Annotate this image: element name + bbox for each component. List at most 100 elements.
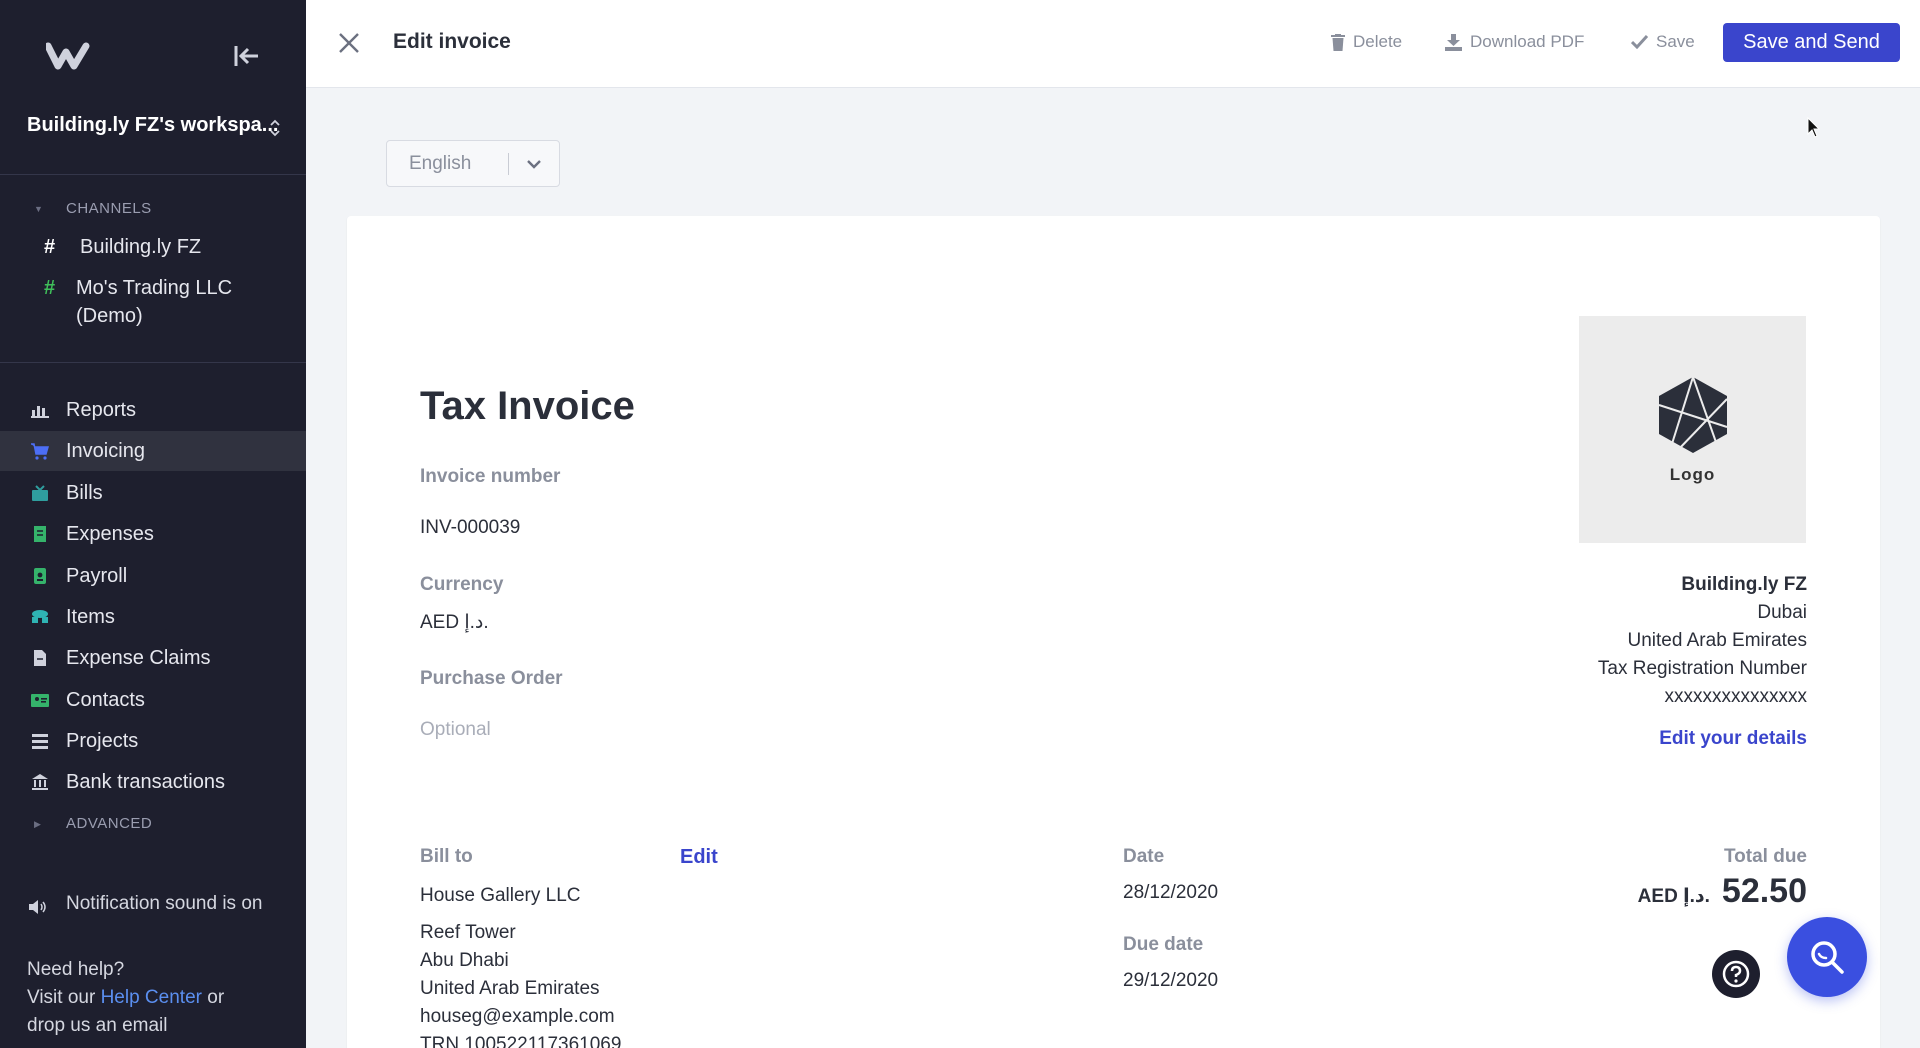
channel-label: Building.ly FZ — [80, 236, 202, 258]
nav-items[interactable]: Items — [0, 597, 306, 637]
help-line1: Need help? — [27, 959, 125, 980]
nav-invoicing[interactable]: Invoicing — [0, 431, 306, 471]
check-icon — [1631, 35, 1648, 49]
total-value: 52.50 — [1721, 872, 1807, 910]
caret-down-icon[interactable]: ▼ — [34, 204, 43, 214]
advanced-heading[interactable]: ADVANCED — [66, 815, 152, 832]
date-label: Date — [1123, 846, 1165, 867]
customer-address-line: Reef Tower — [420, 922, 516, 943]
help-block: Need help? Visit our Help Center or drop… — [27, 956, 287, 1040]
customer-name: House Gallery LLC — [420, 885, 581, 906]
save-button[interactable]: Save — [1631, 32, 1695, 52]
boxes-icon — [30, 608, 50, 626]
document-icon — [30, 649, 50, 667]
brand-row — [0, 0, 306, 110]
bar-chart-icon — [30, 401, 50, 419]
nav-label: Payroll — [66, 564, 128, 587]
download-label: Download PDF — [1470, 32, 1585, 51]
company-country: United Arab Emirates — [1627, 630, 1807, 651]
channel-building-ly[interactable]: # Building.ly FZ — [44, 236, 201, 259]
cart-icon — [30, 442, 50, 460]
total-due-amount: AED د.إ. 52.50 — [1638, 872, 1807, 911]
purchase-order-input[interactable]: Optional — [420, 719, 491, 741]
download-pdf-button[interactable]: Download PDF — [1445, 32, 1584, 52]
nav-contacts[interactable]: Contacts — [0, 680, 306, 720]
workspace-switcher[interactable]: Building.ly FZ's workspa... — [27, 114, 287, 144]
nav-label: Bills — [66, 481, 103, 504]
download-icon — [1445, 33, 1462, 51]
caret-right-icon[interactable]: ▶ — [34, 819, 41, 830]
customer-email: houseg@example.com — [420, 1006, 615, 1027]
nav-bills[interactable]: Bills — [0, 473, 306, 513]
list-icon — [30, 732, 50, 750]
help-line3[interactable]: drop us an email — [27, 1012, 287, 1040]
search-icon — [1811, 941, 1844, 974]
nav-bank-transactions[interactable]: Bank transactions — [0, 762, 306, 802]
nav-label: Reports — [66, 398, 137, 421]
language-select[interactable]: English — [386, 140, 560, 187]
nav-label: Expenses — [66, 522, 154, 545]
question-mark-icon — [1722, 960, 1750, 988]
help-button[interactable] — [1712, 950, 1760, 998]
trash-icon — [1331, 33, 1345, 51]
due-date-label: Due date — [1123, 934, 1204, 955]
company-details: Building.ly FZ Dubai United Arab Emirate… — [1598, 571, 1807, 753]
due-date-field[interactable]: 29/12/2020 — [1123, 970, 1218, 992]
inbox-icon — [30, 484, 50, 502]
divider — [0, 174, 306, 175]
delete-label: Delete — [1353, 32, 1403, 51]
nav-label: Bank transactions — [66, 770, 225, 793]
bank-icon — [30, 773, 50, 791]
notification-toggle[interactable]: Notification sound is on — [28, 890, 298, 924]
company-name: Building.ly FZ — [1681, 574, 1807, 595]
contact-card-icon — [30, 691, 50, 709]
nav-label: Invoicing — [66, 439, 145, 462]
customer-address-line: Abu Dhabi — [420, 950, 509, 971]
company-logo[interactable]: Logo — [1579, 316, 1806, 543]
nav-payroll[interactable]: Payroll — [0, 556, 306, 596]
id-badge-icon — [30, 567, 50, 585]
company-city: Dubai — [1757, 602, 1807, 623]
edit-details-link[interactable]: Edit your details — [1598, 725, 1807, 753]
nav-expense-claims[interactable]: Expense Claims — [0, 638, 306, 678]
delete-button[interactable]: Delete — [1331, 32, 1402, 52]
company-trn-label: Tax Registration Number — [1597, 658, 1807, 679]
total-due-label: Total due — [1723, 846, 1807, 867]
channels-heading[interactable]: CHANNELS — [66, 200, 152, 217]
company-trn: xxxxxxxxxxxxxxx — [1664, 686, 1808, 707]
channel-label: Mo's Trading LLC (Demo) — [76, 274, 232, 330]
mouse-pointer-icon — [1807, 117, 1821, 138]
save-label: Save — [1656, 32, 1695, 51]
nav-label: Expense Claims — [66, 646, 211, 669]
divider — [0, 362, 306, 363]
invoice-number-label: Invoice number — [420, 466, 561, 487]
invoice-number-field[interactable]: INV-000039 — [420, 517, 520, 539]
currency-field[interactable]: AED د.إ. — [420, 611, 489, 634]
updown-caret-icon[interactable] — [268, 116, 282, 140]
date-field[interactable]: 28/12/2020 — [1123, 882, 1218, 904]
help-line2: Visit our Help Center or — [27, 984, 287, 1012]
collapse-sidebar-icon[interactable] — [232, 42, 262, 70]
nav-reports[interactable]: Reports — [0, 390, 306, 430]
nav-expenses[interactable]: Expenses — [0, 514, 306, 554]
logo-text: Logo — [1669, 464, 1716, 484]
nav-projects[interactable]: Projects — [0, 721, 306, 761]
notification-text: Notification sound is on — [66, 893, 263, 914]
sidebar: Building.ly FZ's workspa... ▼ CHANNELS #… — [0, 0, 306, 1048]
close-icon[interactable] — [336, 30, 362, 56]
save-and-send-button[interactable]: Save and Send — [1723, 23, 1900, 62]
nav-label: Projects — [66, 729, 139, 752]
invoice-title: Tax Invoice — [420, 384, 635, 428]
wave-logo-icon[interactable] — [46, 42, 94, 70]
nav-label: Items — [66, 605, 115, 628]
language-value: English — [409, 152, 472, 174]
channel-label-line1: Mo's Trading LLC — [76, 277, 233, 299]
help-prefix: Visit our — [27, 987, 96, 1008]
speaker-icon — [28, 896, 50, 924]
channel-mos-trading[interactable]: # Mo's Trading LLC (Demo) — [44, 274, 232, 330]
help-center-link[interactable]: Help Center — [101, 987, 202, 1008]
search-assistant-button[interactable] — [1787, 917, 1867, 997]
bill-to-edit-link[interactable]: Edit — [680, 846, 718, 869]
invoice-card: Tax Invoice Invoice number INV-000039 Cu… — [347, 216, 1880, 1048]
customer-trn: TRN 100522117361069 — [420, 1034, 622, 1048]
